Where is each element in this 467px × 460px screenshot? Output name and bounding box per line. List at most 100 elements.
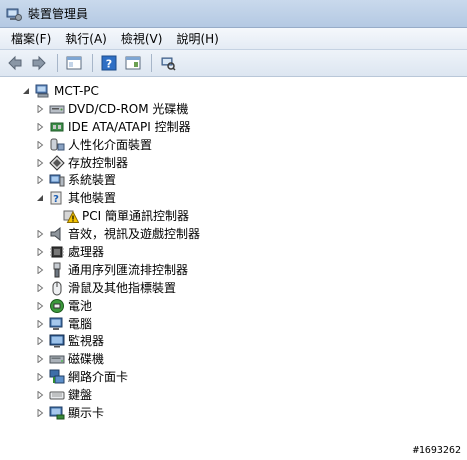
hid-icon [49, 137, 65, 153]
watermark-text: #1693262 [412, 445, 461, 456]
tree-item[interactable]: 人性化介面裝置 [0, 136, 467, 154]
help-button[interactable]: ? [98, 52, 120, 74]
system-device-icon [49, 172, 65, 188]
expand-arrow-icon[interactable] [35, 354, 45, 364]
tree-subitem[interactable]: PCI 簡單通訊控制器 [0, 207, 467, 225]
scan-hardware-button[interactable] [157, 52, 179, 74]
processor-icon [49, 244, 65, 260]
tree-item-label: 系統裝置 [68, 173, 117, 188]
tree-subitem-label: PCI 簡單通訊控制器 [82, 209, 189, 224]
monitor-icon [49, 333, 65, 349]
tree-item[interactable]: 電池 [0, 297, 467, 315]
forward-button[interactable] [28, 52, 50, 74]
usb-controller-icon [49, 262, 65, 278]
expand-arrow-icon[interactable] [35, 319, 45, 329]
tree-item[interactable]: 磁碟機 [0, 350, 467, 368]
tree-item[interactable]: DVD/CD-ROM 光碟機 [0, 100, 467, 118]
toolbar: ? [0, 50, 467, 77]
tree-item-label: 顯示卡 [68, 405, 105, 420]
tree-item[interactable]: 電腦 [0, 315, 467, 333]
ide-controller-icon [49, 119, 65, 135]
tree-item[interactable]: 滑鼠及其他指標裝置 [0, 279, 467, 297]
other-devices-icon: ? [49, 190, 65, 206]
expand-arrow-icon[interactable] [35, 122, 45, 132]
tree-item-label: 電腦 [68, 316, 93, 331]
window-title: 裝置管理員 [28, 7, 89, 21]
warning-icon [63, 208, 79, 224]
expand-arrow-icon[interactable] [35, 301, 45, 311]
tree-item-label: 人性化介面裝置 [68, 137, 153, 152]
tree-item-label: IDE ATA/ATAPI 控制器 [68, 119, 191, 134]
tree-item-label: 處理器 [68, 244, 105, 259]
tree-item[interactable]: 鍵盤 [0, 386, 467, 404]
device-manager-icon [6, 8, 22, 21]
tree-item-label: 存放控制器 [68, 155, 129, 170]
tree-item-label: 鍵盤 [68, 388, 93, 403]
tree-item[interactable]: 存放控制器 [0, 154, 467, 172]
tree-item-label: 網路介面卡 [68, 370, 129, 385]
tree-item[interactable]: 音效，視訊及遊戲控制器 [0, 225, 467, 243]
dvd-drive-icon [49, 101, 65, 117]
menu-action[interactable]: 執行(A) [58, 28, 114, 49]
storage-controller-icon [49, 154, 65, 171]
display-adapter-icon [49, 405, 65, 421]
tree-item-label: 電池 [68, 298, 93, 313]
expand-arrow-icon[interactable] [35, 140, 45, 150]
expand-arrow-icon[interactable] [35, 265, 45, 275]
toolbar-separator [151, 54, 152, 72]
expand-arrow-icon[interactable] [35, 158, 45, 168]
network-adapter-icon [49, 369, 65, 385]
tree-item-label: DVD/CD-ROM 光碟機 [68, 101, 189, 116]
toolbar-separator [57, 54, 58, 72]
tree-item-label: 通用序列匯流排控制器 [68, 262, 189, 277]
tree-item[interactable]: 系統裝置 [0, 171, 467, 189]
tree-root[interactable]: MCT-PC [0, 82, 467, 100]
tree-item[interactable]: IDE ATA/ATAPI 控制器 [0, 118, 467, 136]
collapse-arrow-icon[interactable] [35, 193, 45, 203]
title-bar: 裝置管理員 [0, 0, 467, 28]
battery-icon [49, 298, 65, 314]
tree-item-expanded[interactable]: ? 其他裝置 [0, 189, 467, 207]
properties-icon [125, 56, 141, 70]
expand-arrow-icon[interactable] [35, 390, 45, 400]
properties-button[interactable] [122, 52, 144, 74]
expand-arrow-icon[interactable] [35, 175, 45, 185]
forward-arrow-icon [32, 55, 46, 71]
expand-arrow-icon[interactable] [35, 229, 45, 239]
tree-item[interactable]: 通用序列匯流排控制器 [0, 261, 467, 279]
tree-item[interactable]: 顯示卡 [0, 404, 467, 422]
tree-item[interactable]: 處理器 [0, 243, 467, 261]
back-button[interactable] [4, 52, 26, 74]
tree-item-label: 磁碟機 [68, 352, 105, 367]
speaker-icon [49, 226, 65, 242]
console-tree-icon [66, 56, 82, 70]
svg-text:?: ? [106, 58, 112, 71]
disk-drive-icon [49, 351, 65, 367]
menu-help[interactable]: 說明(H) [169, 28, 225, 49]
menu-file[interactable]: 檔案(F) [4, 28, 58, 49]
computer-icon [35, 83, 51, 99]
expand-arrow-icon[interactable] [35, 372, 45, 382]
svg-text:?: ? [53, 194, 59, 205]
mouse-icon [49, 280, 65, 296]
tree-item[interactable]: 監視器 [0, 332, 467, 350]
expand-arrow-icon[interactable] [35, 104, 45, 114]
device-tree[interactable]: MCT-PC DVD/CD-ROM 光碟機 IDE ATA/ATAPI 控制器 … [0, 78, 467, 433]
computer-icon [49, 316, 65, 332]
tree-item[interactable]: 網路介面卡 [0, 368, 467, 386]
tree-item-label: 其他裝置 [68, 191, 117, 206]
toolbar-separator [92, 54, 93, 72]
back-arrow-icon [8, 55, 22, 71]
expand-arrow-icon[interactable] [35, 336, 45, 346]
menu-bar: 檔案(F) 執行(A) 檢視(V) 說明(H) [0, 28, 467, 50]
tree-item-label: 滑鼠及其他指標裝置 [68, 280, 177, 295]
console-tree-button[interactable] [63, 52, 85, 74]
tree-item-label: 音效，視訊及遊戲控制器 [68, 227, 201, 242]
expand-arrow-icon[interactable] [35, 408, 45, 418]
expand-arrow-icon[interactable] [35, 247, 45, 257]
collapse-arrow-icon[interactable] [21, 86, 31, 96]
tree-root-label: MCT-PC [54, 83, 99, 98]
menu-view[interactable]: 檢視(V) [114, 28, 170, 49]
scan-hardware-icon [161, 57, 176, 71]
expand-arrow-icon[interactable] [35, 283, 45, 293]
